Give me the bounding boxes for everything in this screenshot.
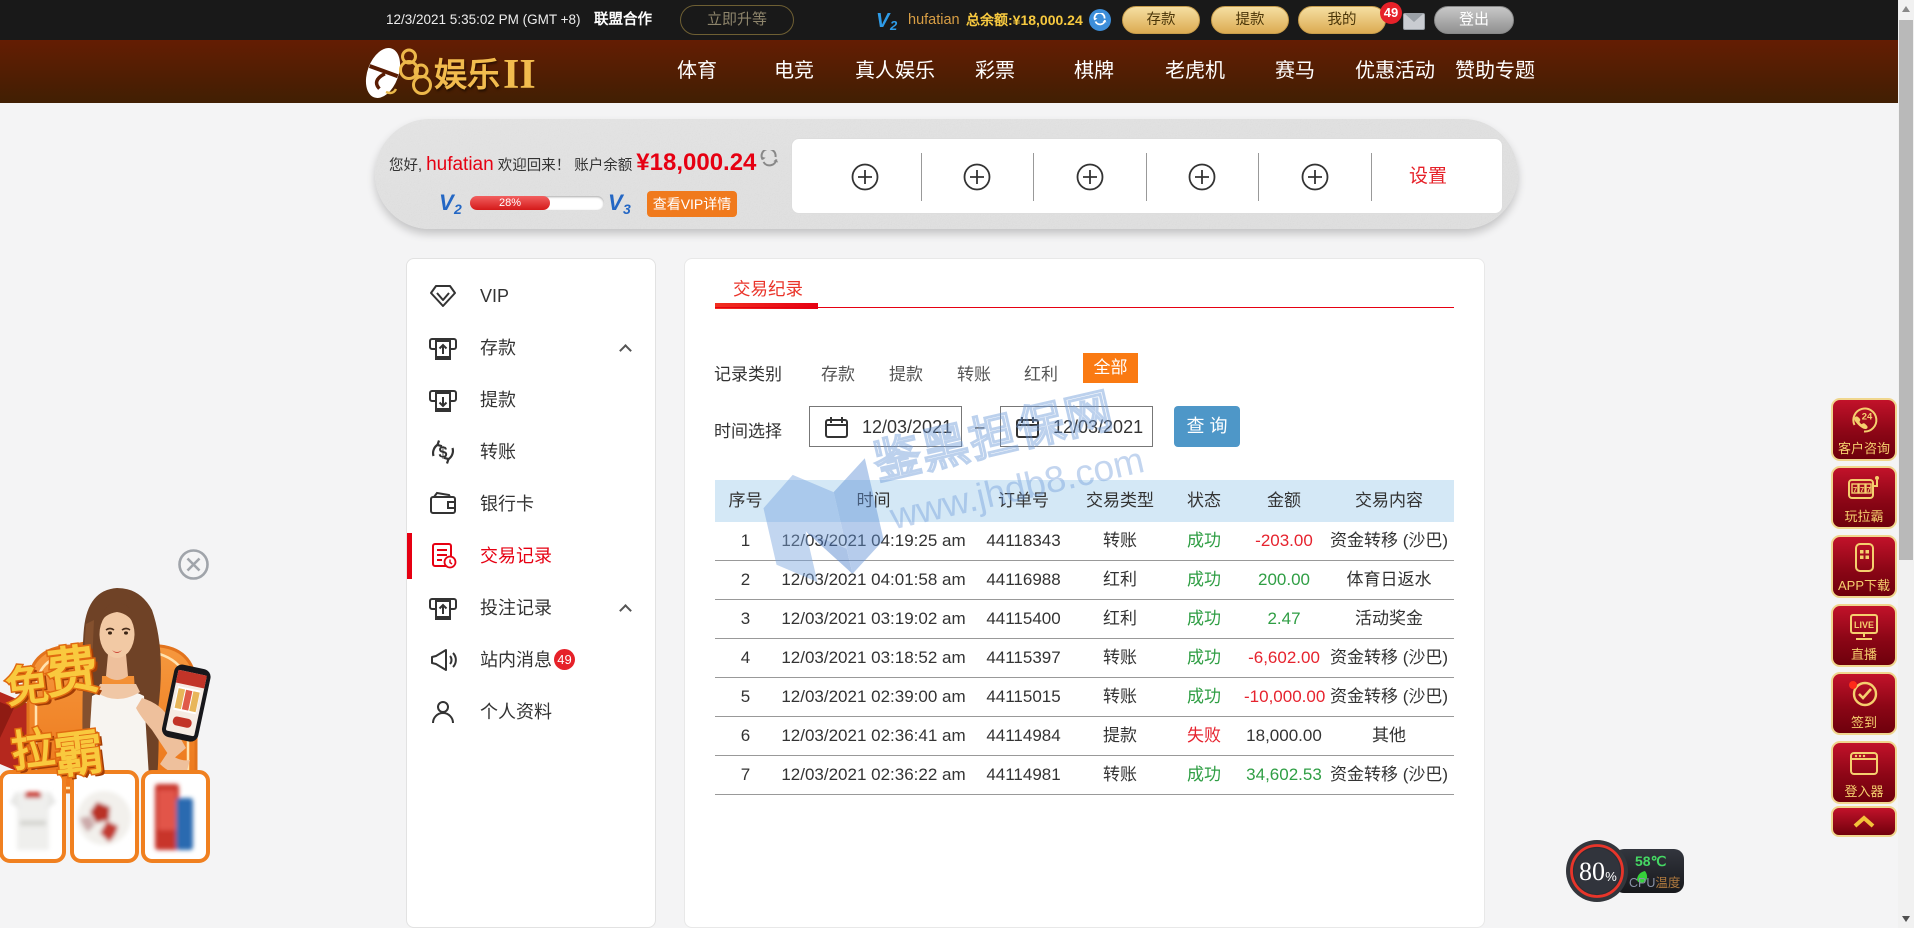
svg-text:霸: 霸 (51, 725, 106, 785)
svg-text:2: 2 (453, 201, 462, 216)
svg-text:娱乐: 娱乐 (434, 56, 500, 93)
svg-text:费: 费 (42, 640, 102, 705)
svg-text:$: $ (439, 445, 448, 462)
svg-text:3: 3 (623, 201, 631, 216)
svg-text:拉: 拉 (9, 724, 58, 777)
svg-text:II: II (503, 52, 536, 98)
svg-text:V: V (876, 10, 891, 31)
svg-text:80: 80 (1579, 857, 1605, 886)
svg-text:7: 7 (1860, 485, 1864, 494)
svg-text:7: 7 (1853, 485, 1857, 494)
svg-text:24: 24 (1862, 412, 1873, 423)
svg-text:%: % (1605, 869, 1617, 884)
svg-text:7: 7 (1867, 485, 1871, 494)
svg-text:2: 2 (889, 18, 898, 31)
svg-text:LIVE: LIVE (1854, 620, 1874, 630)
